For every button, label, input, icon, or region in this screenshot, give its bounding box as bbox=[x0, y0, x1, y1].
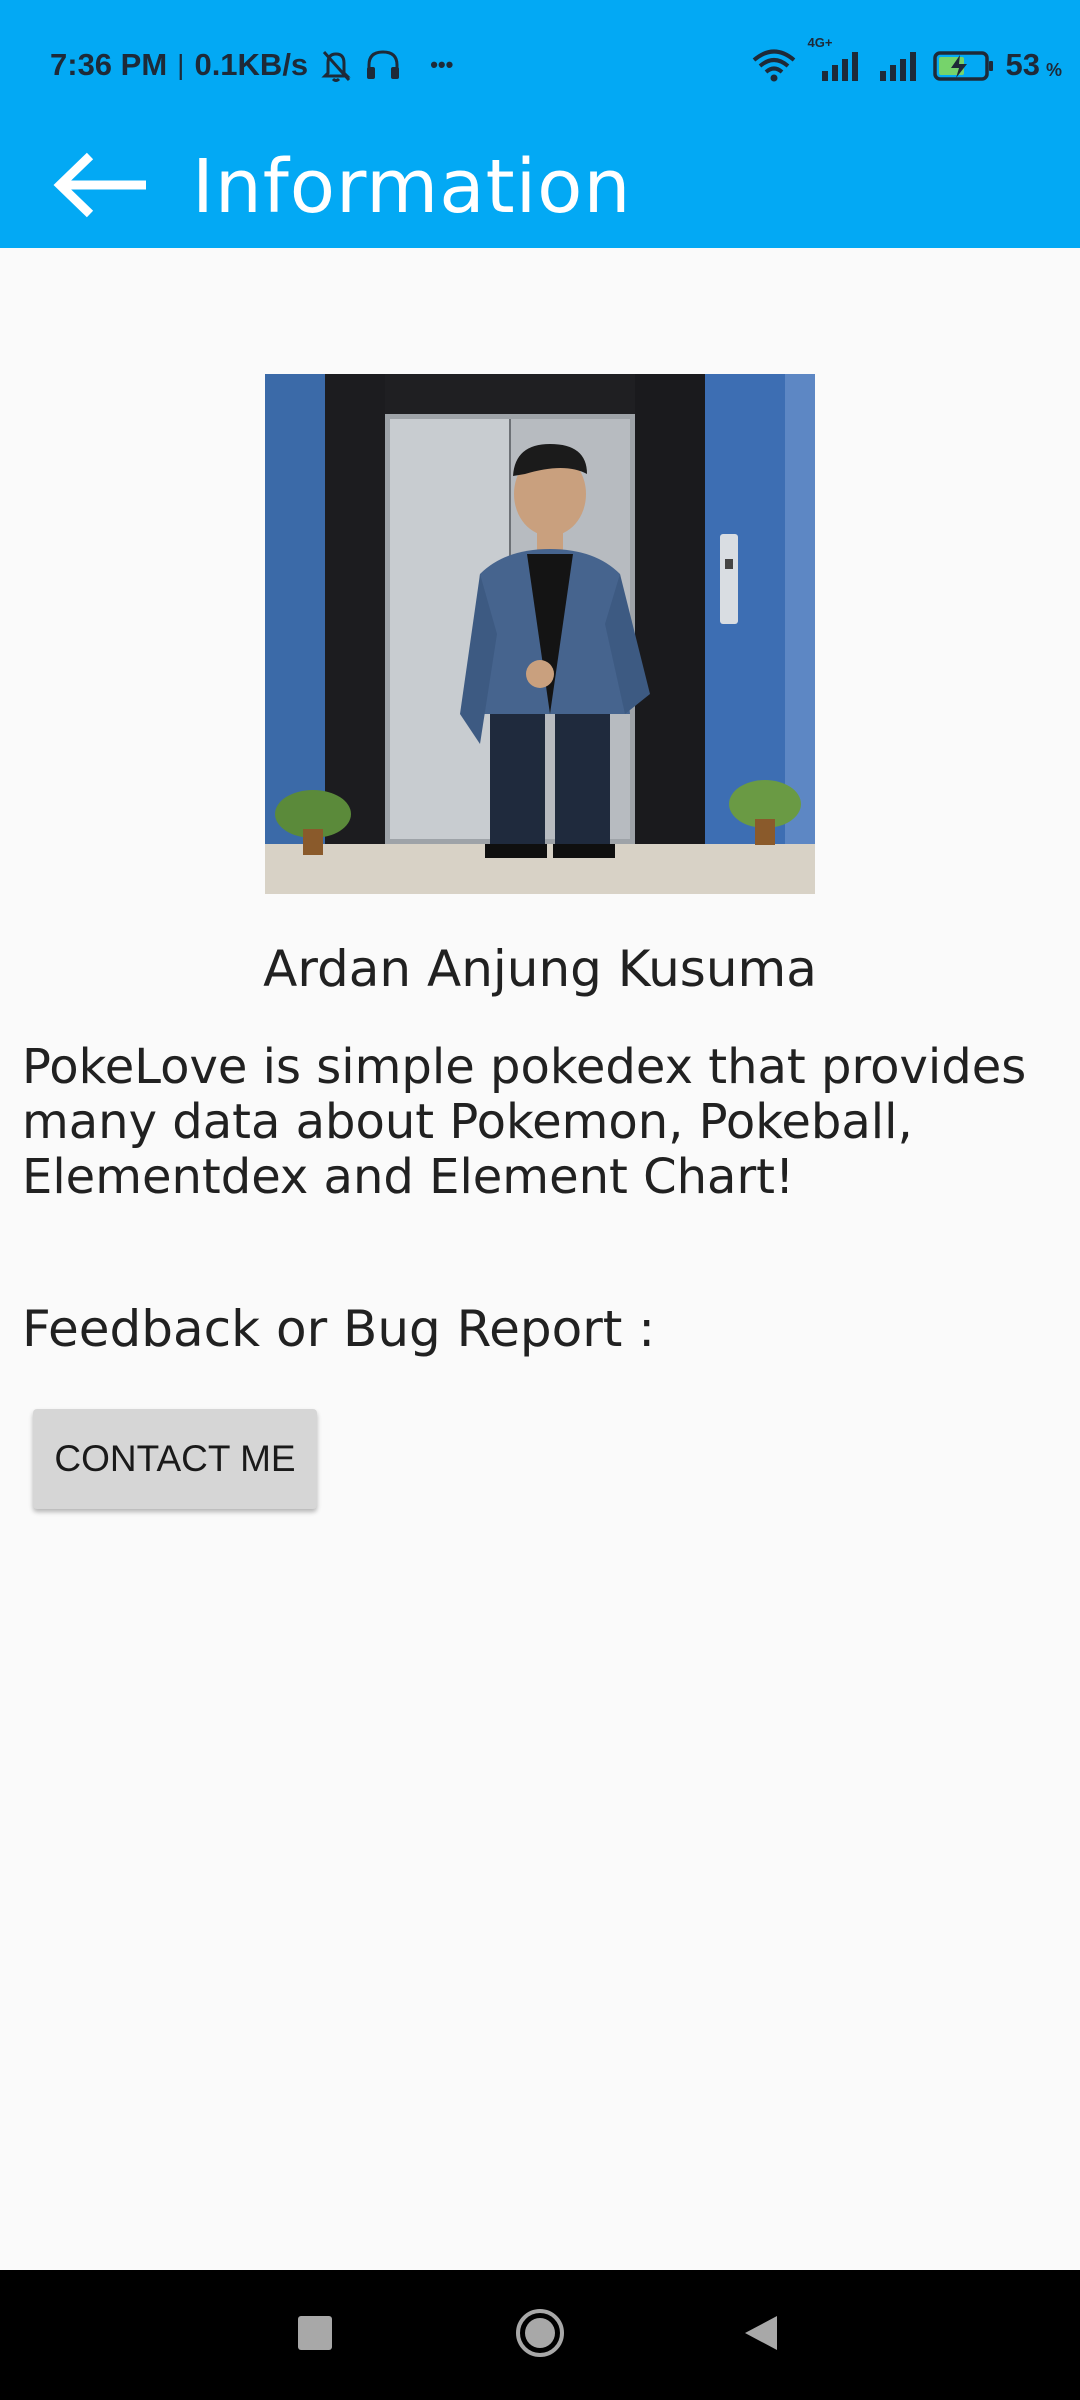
back-triangle-icon bbox=[741, 2313, 781, 2357]
cell-signal-icon bbox=[876, 47, 922, 83]
app-description: PokeLove is simple pokedex that provides… bbox=[22, 1039, 1027, 1205]
nav-back-button[interactable] bbox=[696, 2270, 826, 2400]
more-notifications-icon: ••• bbox=[430, 52, 454, 77]
profile-photo bbox=[265, 374, 815, 894]
battery-charging-icon bbox=[932, 47, 996, 83]
screen: 7:36 PM | 0.1KB/s ••• 4G+ 53 % Informati… bbox=[0, 0, 1080, 2400]
app-bar: Information bbox=[0, 126, 1080, 248]
author-name: Ardan Anjung Kusuma bbox=[263, 940, 817, 998]
contact-me-button[interactable]: CONTACT ME bbox=[33, 1409, 317, 1509]
recents-button[interactable] bbox=[250, 2270, 380, 2400]
cell-signal-4g-icon: 4G+ bbox=[808, 35, 866, 83]
muted-bell-icon bbox=[318, 47, 354, 83]
status-time: 7:36 PM bbox=[50, 47, 168, 82]
home-button[interactable] bbox=[475, 2270, 605, 2400]
battery-unit: % bbox=[1045, 59, 1062, 80]
back-button[interactable] bbox=[40, 142, 160, 232]
status-right: 4G+ 53 % bbox=[750, 35, 1062, 90]
headset-icon bbox=[364, 47, 402, 83]
status-bar: 7:36 PM | 0.1KB/s ••• 4G+ 53 % bbox=[0, 0, 1080, 126]
feedback-label: Feedback or Bug Report : bbox=[22, 1300, 656, 1358]
network-badge: 4G+ bbox=[807, 35, 833, 50]
battery-level: 53 bbox=[1005, 47, 1040, 82]
status-left: 7:36 PM | 0.1KB/s ••• bbox=[50, 40, 453, 90]
arrow-left-icon bbox=[50, 150, 150, 224]
recents-square-icon bbox=[297, 2315, 333, 2355]
wifi-icon bbox=[750, 47, 798, 83]
navigation-bar bbox=[0, 2270, 1080, 2400]
status-speed: 0.1KB/s bbox=[194, 47, 309, 82]
status-separator: | bbox=[177, 49, 185, 80]
page-title: Information bbox=[192, 144, 632, 230]
home-circle-icon bbox=[514, 2307, 566, 2363]
